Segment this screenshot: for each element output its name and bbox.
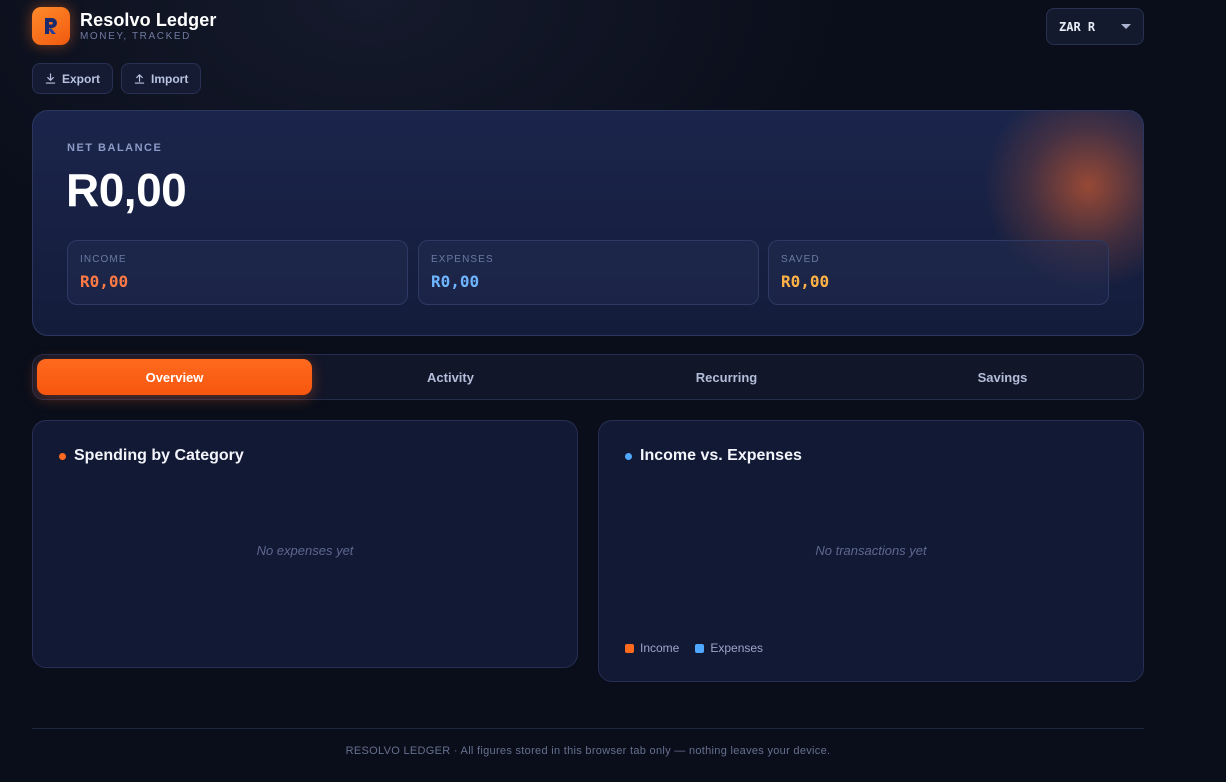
toolbar: Export Import [32, 63, 202, 94]
download-icon [45, 73, 56, 84]
export-button[interactable]: Export [32, 63, 114, 94]
brand: Resolvo Ledger MONEY, TRACKED [80, 9, 216, 43]
tab-activity[interactable]: Activity [313, 359, 588, 395]
legend-item-expenses[interactable]: Expenses [695, 641, 763, 655]
footer-text: RESOLVO LEDGER · All figures stored in t… [345, 745, 831, 757]
income-vs-expenses-title: Income vs. Expenses [640, 447, 802, 464]
spending-empty-state: No expenses yet [256, 543, 354, 558]
panel-title: Spending by Category [59, 447, 244, 465]
legend-label: Expenses [710, 641, 764, 655]
expenses-swatch-icon [695, 643, 705, 653]
expenses-label: EXPENSES [431, 254, 494, 265]
app-name: Resolvo Ledger [80, 10, 217, 30]
chevron-down-icon [1121, 24, 1131, 29]
legend-label: Income [640, 641, 680, 655]
income-stat: INCOME R0,00 [67, 240, 408, 305]
transactions-empty-state: No transactions yet [815, 543, 927, 558]
net-balance-value: R0,00 [66, 164, 187, 216]
legend-item-income[interactable]: Income [625, 641, 679, 655]
balance-card: NET BALANCE R0,00 INCOME R0,00 EXPENSES … [32, 110, 1144, 336]
app-header: Resolvo Ledger MONEY, TRACKED [32, 7, 216, 45]
income-vs-expenses-panel: Income vs. Expenses No transactions yet … [598, 420, 1144, 682]
tab-recurring[interactable]: Recurring [589, 359, 864, 395]
footer-divider [32, 728, 1144, 729]
panel-title: Income vs. Expenses [625, 447, 802, 465]
blue-dot-icon [625, 452, 632, 460]
expenses-stat: EXPENSES R0,00 [418, 240, 759, 305]
saved-value: R0,00 [781, 272, 830, 291]
income-value: R0,00 [80, 272, 129, 291]
saved-label: SAVED [781, 254, 820, 265]
income-label: INCOME [80, 254, 127, 265]
saved-stat: SAVED R0,00 [768, 240, 1109, 305]
spending-title: Spending by Category [74, 447, 244, 464]
import-label: Import [151, 71, 189, 86]
currency-select[interactable]: ZAR R [1046, 8, 1144, 45]
tab-bar: Overview Activity Recurring Savings [32, 354, 1144, 400]
tab-overview[interactable]: Overview [37, 359, 312, 395]
orange-dot-icon [59, 452, 66, 460]
app-tagline: MONEY, TRACKED [80, 31, 191, 42]
net-balance-label: NET BALANCE [67, 142, 163, 154]
income-swatch-icon [625, 643, 634, 653]
spending-by-category-panel: Spending by Category No expenses yet [32, 420, 578, 668]
expenses-value: R0,00 [431, 272, 480, 291]
chart-legend: Income Expenses [625, 641, 763, 655]
currency-value: ZAR R [1059, 19, 1096, 34]
export-label: Export [62, 71, 101, 86]
tab-savings[interactable]: Savings [865, 359, 1140, 395]
import-button[interactable]: Import [121, 63, 202, 94]
r-logo-icon [32, 7, 70, 45]
upload-icon [134, 73, 145, 84]
